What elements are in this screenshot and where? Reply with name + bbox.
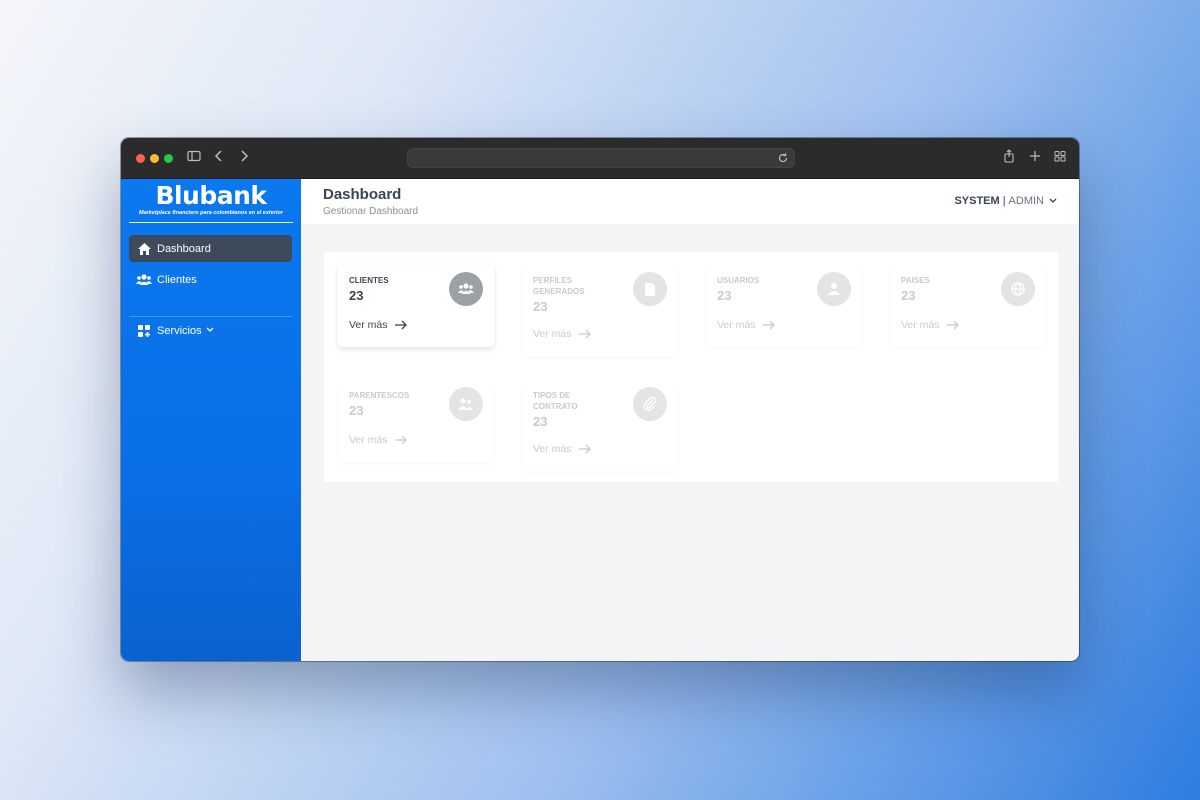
family-icon bbox=[449, 387, 483, 421]
close-window-button[interactable] bbox=[136, 154, 145, 163]
sidebar-item-dashboard[interactable]: Dashboard bbox=[129, 235, 292, 262]
user-icon bbox=[817, 272, 851, 306]
sidebar-item-label: Servicios bbox=[157, 324, 202, 337]
tab-overview-icon[interactable] bbox=[1054, 149, 1066, 163]
arrow-right-icon bbox=[394, 320, 407, 330]
arrow-right-icon bbox=[578, 444, 591, 454]
sidebar: Blubank Marketplace financiero para colo… bbox=[121, 179, 301, 661]
address-bar[interactable] bbox=[407, 148, 795, 168]
card-count: 23 bbox=[717, 288, 732, 303]
globe-icon bbox=[1001, 272, 1035, 306]
chevron-down-icon bbox=[1049, 197, 1057, 206]
card-count: 23 bbox=[533, 299, 548, 314]
user-role: ADMIN bbox=[1008, 195, 1044, 207]
sidebar-item-clientes[interactable]: Clientes bbox=[129, 266, 292, 293]
forward-icon[interactable] bbox=[239, 149, 249, 163]
home-icon bbox=[136, 241, 152, 257]
arrow-right-icon bbox=[578, 329, 591, 339]
arrow-right-icon bbox=[394, 435, 407, 445]
ver-mas-link[interactable]: Ver más bbox=[533, 328, 591, 340]
link-label: Ver más bbox=[349, 319, 388, 331]
ver-mas-link[interactable]: Ver más bbox=[901, 319, 959, 331]
link-label: Ver más bbox=[533, 328, 572, 340]
page-header: Dashboard Gestionar Dashboard SYSTEM | A… bbox=[301, 179, 1079, 224]
back-icon[interactable] bbox=[214, 149, 224, 163]
stat-card-usuarios[interactable]: USUARIOS 23 Ver más bbox=[706, 265, 862, 347]
card-title: PERFILES GENERADOS bbox=[533, 276, 585, 296]
maximize-window-button[interactable] bbox=[164, 154, 173, 163]
ver-mas-link[interactable]: Ver más bbox=[533, 443, 591, 455]
browser-window: Blubank Marketplace financiero para colo… bbox=[121, 138, 1079, 661]
stat-card-parentescos[interactable]: PARENTESCOS 23 Ver más bbox=[338, 380, 494, 462]
dashboard-panel: CLIENTES 23 Ver más PERFILES GENERADOS 2… bbox=[324, 252, 1059, 482]
stat-card-perfiles-generados[interactable]: PERFILES GENERADOS 23 Ver más bbox=[522, 265, 678, 356]
user-separator: | bbox=[1002, 195, 1006, 207]
arrow-right-icon bbox=[762, 320, 775, 330]
card-title: PARENTESCOS bbox=[349, 391, 410, 400]
link-label: Ver más bbox=[901, 319, 940, 331]
reload-icon[interactable] bbox=[777, 151, 789, 170]
grid-plus-icon bbox=[136, 323, 152, 339]
user-org: SYSTEM bbox=[954, 195, 1000, 207]
brand-tagline: Marketplace financiero para colombianos … bbox=[139, 210, 283, 216]
document-icon bbox=[633, 272, 667, 306]
share-icon[interactable] bbox=[1003, 149, 1015, 163]
arrow-right-icon bbox=[946, 320, 959, 330]
chevron-down-icon bbox=[206, 326, 214, 335]
card-count: 23 bbox=[533, 414, 548, 429]
sidebar-item-label: Dashboard bbox=[157, 242, 211, 255]
minimize-window-button[interactable] bbox=[150, 154, 159, 163]
stat-card-paises[interactable]: PAISES 23 Ver más bbox=[890, 265, 1046, 347]
link-label: Ver más bbox=[349, 434, 388, 446]
card-title: USUARIOS bbox=[717, 276, 760, 285]
card-title: PAISES bbox=[901, 276, 930, 285]
card-count: 23 bbox=[349, 403, 364, 418]
users-icon bbox=[136, 272, 152, 288]
card-title: CLIENTES bbox=[349, 276, 389, 285]
ver-mas-link[interactable]: Ver más bbox=[349, 319, 407, 331]
brand-name: Blubank bbox=[155, 181, 267, 210]
card-title: TIPOS DE CONTRATO bbox=[533, 391, 578, 411]
stat-card-clientes[interactable]: CLIENTES 23 Ver más bbox=[338, 265, 494, 347]
users-icon bbox=[449, 272, 483, 306]
link-label: Ver más bbox=[533, 443, 572, 455]
browser-titlebar bbox=[121, 138, 1079, 179]
user-menu[interactable]: SYSTEM | ADMIN bbox=[954, 195, 1057, 207]
sidebar-item-label: Clientes bbox=[157, 273, 197, 286]
paperclip-icon bbox=[633, 387, 667, 421]
page-subtitle: Gestionar Dashboard bbox=[323, 206, 419, 217]
card-count: 23 bbox=[349, 288, 364, 303]
ver-mas-link[interactable]: Ver más bbox=[349, 434, 407, 446]
new-tab-icon[interactable] bbox=[1029, 149, 1041, 163]
brand-logo[interactable]: Blubank Marketplace financiero para colo… bbox=[121, 179, 301, 216]
stat-card-tipos-de-contrato[interactable]: TIPOS DE CONTRATO 23 Ver más bbox=[522, 380, 678, 471]
sidebar-item-servicios[interactable]: Servicios bbox=[129, 317, 292, 344]
ver-mas-link[interactable]: Ver más bbox=[717, 319, 775, 331]
link-label: Ver más bbox=[717, 319, 756, 331]
brand-divider bbox=[129, 222, 293, 223]
card-count: 23 bbox=[901, 288, 916, 303]
page-title: Dashboard bbox=[323, 186, 402, 203]
sidebar-toggle-icon[interactable] bbox=[187, 149, 201, 163]
